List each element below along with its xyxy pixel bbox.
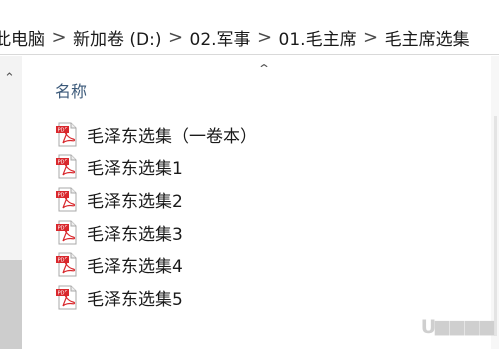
pdf-file-icon: PDF <box>56 122 78 147</box>
pdf-file-icon: PDF <box>56 187 78 212</box>
navigation-pane: ⌃ <box>0 56 22 349</box>
file-name: 毛泽东选集5 <box>87 289 183 310</box>
navigation-pane-scrollbar-thumb[interactable] <box>0 260 22 349</box>
file-list: PDF 毛泽东选集（一卷本） PDF 毛泽东选集1 PDF 毛泽东选集2 PDF… <box>56 118 257 314</box>
file-row[interactable]: PDF 毛泽东选集1 <box>56 151 257 184</box>
file-name: 毛泽东选集（一卷本） <box>87 126 257 147</box>
breadcrumb-separator-icon[interactable]: > <box>251 27 279 48</box>
svg-text:PDF: PDF <box>58 193 68 199</box>
chevron-up-icon[interactable]: ⌃ <box>4 72 15 85</box>
breadcrumb-separator-icon[interactable]: > <box>357 27 385 48</box>
scrollbar-track[interactable] <box>494 116 497 336</box>
file-row[interactable]: PDF 毛泽东选集2 <box>56 183 257 216</box>
breadcrumb-military[interactable]: 02.军事 <box>190 25 251 50</box>
svg-text:PDF: PDF <box>58 127 68 133</box>
breadcrumb-selected-works[interactable]: 毛主席选集 <box>385 25 470 50</box>
pdf-file-icon: PDF <box>56 220 78 245</box>
file-name: 毛泽东选集1 <box>87 159 183 180</box>
pdf-file-icon: PDF <box>56 285 78 310</box>
breadcrumb: 此电脑 > 新加卷 (D:) > 02.军事 > 01.毛主席 > 毛主席选集 <box>0 25 470 50</box>
svg-text:PDF: PDF <box>58 290 68 296</box>
file-row[interactable]: PDF 毛泽东选集4 <box>56 248 257 281</box>
breadcrumb-drive-d[interactable]: 新加卷 (D:) <box>73 25 162 50</box>
vertical-scrollbar[interactable] <box>491 56 499 349</box>
file-name: 毛泽东选集3 <box>87 224 183 245</box>
svg-text:PDF: PDF <box>58 160 68 166</box>
file-name: 毛泽东选集4 <box>87 257 183 278</box>
file-row[interactable]: PDF 毛泽东选集（一卷本） <box>56 118 257 151</box>
file-row[interactable]: PDF 毛泽东选集3 <box>56 216 257 249</box>
file-row[interactable]: PDF 毛泽东选集5 <box>56 281 257 314</box>
file-explorer-window: 此电脑 > 新加卷 (D:) > 02.军事 > 01.毛主席 > 毛主席选集 … <box>0 0 499 349</box>
pdf-file-icon: PDF <box>56 154 78 179</box>
pdf-file-icon: PDF <box>56 252 78 277</box>
column-header-name[interactable]: 名称 <box>55 78 87 102</box>
svg-text:PDF: PDF <box>58 225 68 231</box>
breadcrumb-separator-icon[interactable]: > <box>162 27 190 48</box>
sort-ascending-chevron-up-icon: ⌃ <box>256 62 272 76</box>
breadcrumb-this-pc[interactable]: 此电脑 <box>0 25 45 50</box>
file-name: 毛泽东选集2 <box>87 191 183 212</box>
breadcrumb-separator-icon[interactable]: > <box>45 27 73 48</box>
address-bar[interactable]: 此电脑 > 新加卷 (D:) > 02.军事 > 01.毛主席 > 毛主席选集 <box>0 0 499 55</box>
watermark-logo: U■■■■ <box>420 316 496 338</box>
svg-text:PDF: PDF <box>58 258 68 264</box>
breadcrumb-chairman-mao[interactable]: 01.毛主席 <box>279 25 357 50</box>
